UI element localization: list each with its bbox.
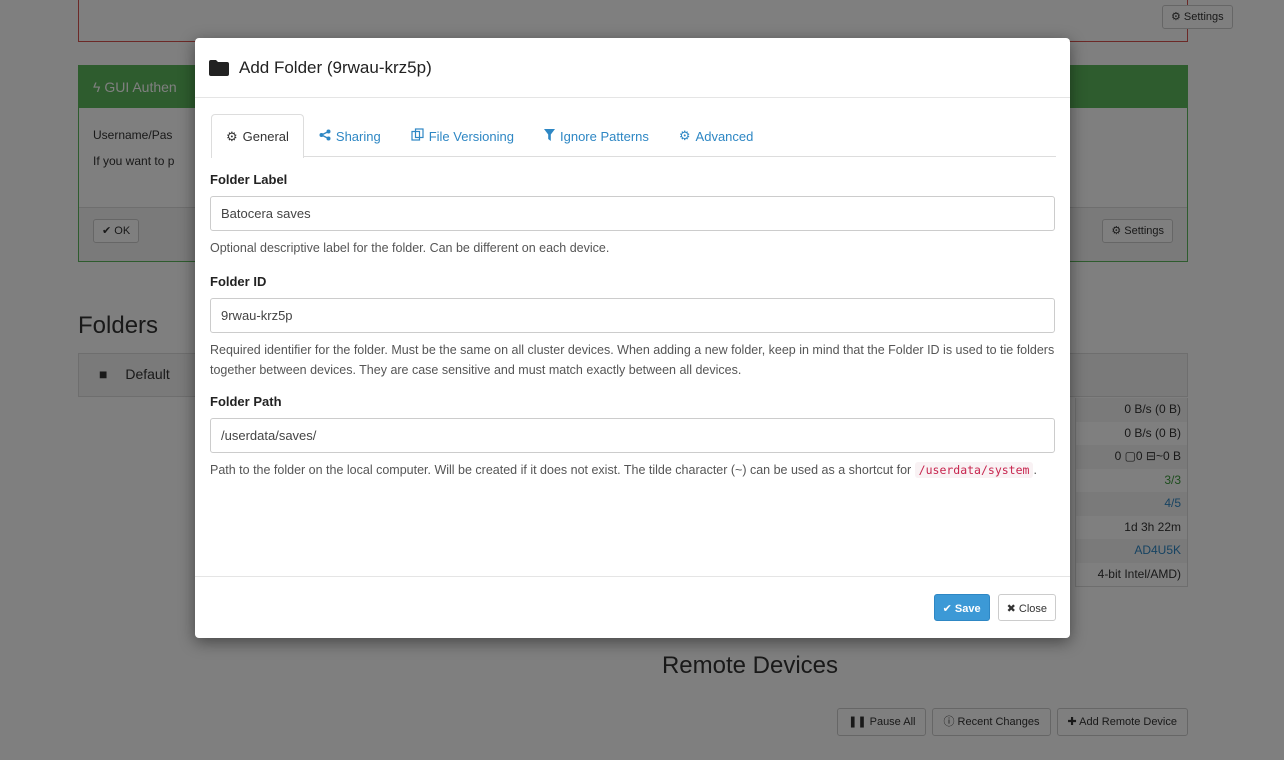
tab-advanced-label: Advanced	[695, 128, 754, 144]
close-icon: ✖	[1006, 603, 1016, 615]
folder-path-help-code: /userdata/system	[914, 462, 1034, 478]
dialog-body: ⚙ General Sharing File Versioning Ignore…	[195, 98, 1070, 480]
folder-path-help-suffix: .	[1033, 463, 1037, 477]
tab-sharing[interactable]: Sharing	[304, 114, 396, 157]
save-button[interactable]: ✔ Save	[933, 594, 990, 621]
tab-general-label: General	[242, 129, 289, 144]
copy-icon	[411, 128, 424, 144]
folder-path-input[interactable]	[210, 418, 1055, 453]
tab-advanced[interactable]: ⚙ Advanced	[664, 114, 768, 157]
folder-id-heading: Folder ID	[210, 274, 267, 289]
folder-label-help: Optional descriptive label for the folde…	[210, 241, 610, 255]
folder-icon	[209, 59, 229, 76]
folder-id-input[interactable]	[210, 298, 1055, 333]
close-label: Close	[1018, 603, 1047, 615]
check-icon: ✔	[942, 603, 952, 615]
dialog-title: Add Folder (9rwau-krz5p)	[239, 57, 432, 77]
folder-label-heading: Folder Label	[210, 172, 288, 187]
folder-path-heading: Folder Path	[210, 394, 282, 409]
tab-file-versioning[interactable]: File Versioning	[396, 114, 529, 157]
tab-sharing-label: Sharing	[335, 128, 381, 144]
tab-file-versioning-label: File Versioning	[428, 128, 514, 144]
dialog-header: Add Folder (9rwau-krz5p)	[195, 38, 1070, 98]
dialog-footer: ✔ Save ✖ Close	[195, 576, 1070, 638]
gear-icon: ⚙	[226, 128, 238, 144]
folder-path-help: Path to the folder on the local computer…	[210, 460, 1055, 480]
filter-icon	[544, 128, 555, 144]
dialog-tabs: ⚙ General Sharing File Versioning Ignore…	[211, 114, 1056, 158]
close-button[interactable]: ✖ Close	[997, 594, 1056, 621]
save-label: Save	[954, 603, 981, 615]
folder-label-input[interactable]	[210, 196, 1055, 231]
folder-id-help: Required identifier for the folder. Must…	[210, 343, 1055, 377]
tab-ignore-patterns-label: Ignore Patterns	[560, 128, 649, 144]
folder-path-help-text: Path to the folder on the local computer…	[210, 463, 915, 477]
gears-icon: ⚙	[678, 128, 691, 143]
share-icon	[319, 129, 331, 144]
tab-ignore-patterns[interactable]: Ignore Patterns	[529, 114, 664, 157]
add-folder-dialog: Add Folder (9rwau-krz5p) ⚙ General Shari…	[195, 38, 1070, 638]
tab-general[interactable]: ⚙ General	[211, 114, 304, 158]
